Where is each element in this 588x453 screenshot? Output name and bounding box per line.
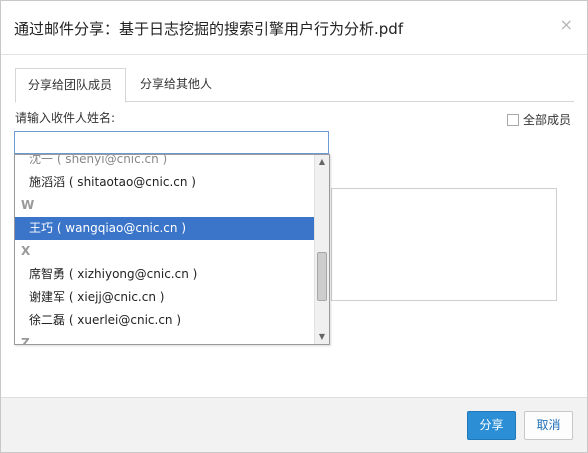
close-icon[interactable]: ×: [560, 15, 573, 34]
cancel-button[interactable]: 取消: [524, 411, 573, 440]
share-button[interactable]: 分享: [467, 411, 516, 440]
all-members-label: 全部成员: [522, 113, 571, 127]
dropdown-group-header: W: [21, 198, 35, 212]
tab-team-members[interactable]: 分享给团队成员: [15, 68, 126, 103]
share-dialog: 通过邮件分享：基于日志挖掘的搜索引擎用户行为分析.pdf × 分享给团队成员 分…: [0, 0, 588, 453]
dropdown-option[interactable]: 王巧 ( wangqiao@cnic.cn ): [15, 217, 315, 240]
dropdown-option[interactable]: 徐二磊 ( xuerlei@cnic.cn ): [15, 309, 315, 332]
dropdown-option[interactable]: 施滔滔 ( shitaotao@cnic.cn ): [15, 171, 315, 194]
recipient-input[interactable]: [14, 131, 329, 154]
dropdown-group-header: Z: [21, 336, 30, 345]
dialog-title: 通过邮件分享：基于日志挖掘的搜索引擎用户行为分析.pdf: [14, 20, 404, 38]
recipient-dropdown[interactable]: 沈一 ( shenyi@cnic.cn ) 施滔滔 ( shitaotao@cni…: [14, 154, 330, 345]
tab-bar: 分享给团队成员 分享给其他人: [15, 68, 574, 103]
all-members-checkbox[interactable]: 全部成员: [506, 111, 571, 128]
message-textarea[interactable]: [331, 188, 557, 301]
dropdown-scrollbar[interactable]: ▲ ▼: [314, 155, 329, 344]
dropdown-option[interactable]: 沈一 ( shenyi@cnic.cn ): [15, 155, 315, 171]
scroll-thumb[interactable]: [317, 252, 327, 301]
dialog-footer: 分享 取消: [1, 397, 587, 452]
scroll-up-icon[interactable]: ▲: [315, 155, 329, 169]
dropdown-list: 沈一 ( shenyi@cnic.cn ) 施滔滔 ( shitaotao@cni…: [15, 155, 315, 345]
scroll-down-icon[interactable]: ▼: [315, 330, 329, 344]
dialog-header: 通过邮件分享：基于日志挖掘的搜索引擎用户行为分析.pdf ×: [1, 1, 587, 55]
dropdown-group-header: X: [21, 244, 31, 258]
recipient-label: 请输入收件人姓名:: [15, 111, 116, 125]
dropdown-option[interactable]: 谢建军 ( xiejj@cnic.cn ): [15, 286, 315, 309]
checkbox-icon[interactable]: [506, 113, 519, 126]
tab-others[interactable]: 分享给其他人: [128, 68, 224, 103]
dropdown-option[interactable]: 席智勇 ( xizhiyong@cnic.cn ): [15, 263, 315, 286]
